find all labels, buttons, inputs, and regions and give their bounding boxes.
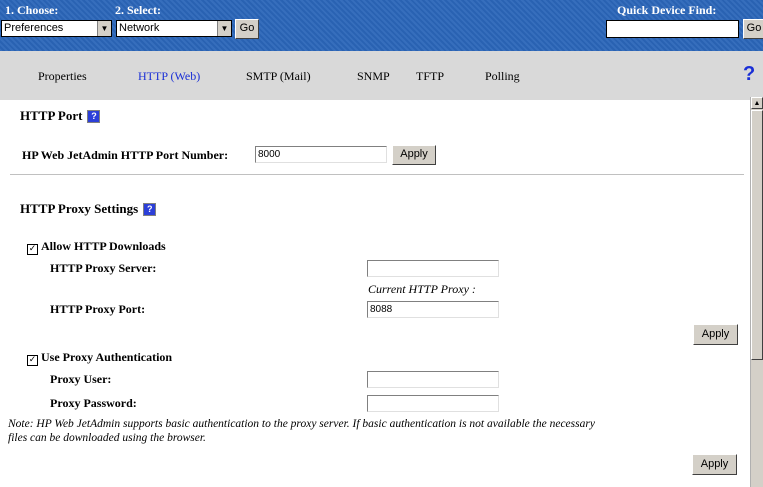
help-icon[interactable]: ? [143, 203, 157, 216]
tab-smtp-mail[interactable]: SMTP (Mail) [246, 69, 311, 84]
http-port-heading: HTTP Port? [20, 108, 101, 124]
http-port-number-label: HP Web JetAdmin HTTP Port Number: [22, 148, 229, 162]
top-navigation-bar: 1. Choose: 2. Select: Quick Device Find:… [0, 0, 763, 51]
allow-http-downloads-label: Allow HTTP Downloads [41, 239, 166, 253]
quick-device-find-label: Quick Device Find: [617, 3, 717, 17]
current-http-proxy-text: Current HTTP Proxy : [368, 282, 476, 296]
choose-dropdown[interactable]: Preferences ▼ [1, 20, 112, 37]
allow-http-downloads-checkbox[interactable]: ✓ Allow HTTP Downloads [27, 239, 166, 255]
help-icon[interactable]: ? [87, 110, 101, 123]
proxy-auth-note-line2: files can be downloaded using the browse… [8, 432, 206, 444]
http-proxy-port-input[interactable]: 8088 [367, 301, 499, 318]
section-divider [10, 174, 744, 175]
proxy-password-input[interactable] [367, 395, 499, 412]
help-icon[interactable]: ? [743, 63, 755, 86]
http-proxy-server-label: HTTP Proxy Server: [50, 261, 157, 275]
quick-find-go-button[interactable]: Go [743, 19, 763, 39]
use-proxy-authentication-checkbox[interactable]: ✓ Use Proxy Authentication [27, 350, 172, 366]
proxy-auth-note: Note: HP Web JetAdmin supports basic aut… [8, 418, 595, 444]
go-button[interactable]: Go [235, 19, 259, 39]
tab-properties[interactable]: Properties [38, 69, 87, 84]
quick-device-find-input[interactable] [606, 20, 739, 38]
tab-polling[interactable]: Polling [485, 69, 520, 84]
tab-http-web[interactable]: HTTP (Web) [138, 69, 200, 84]
select-dropdown[interactable]: Network ▼ [116, 20, 232, 37]
select-label: 2. Select: [115, 3, 161, 17]
choose-label: 1. Choose: [5, 3, 59, 17]
vertical-scrollbar[interactable]: ▲ [750, 97, 763, 487]
proxy-user-input[interactable] [367, 371, 499, 388]
http-proxy-server-input[interactable] [367, 260, 499, 277]
chevron-down-icon: ▼ [217, 21, 231, 36]
proxy-user-label: Proxy User: [50, 372, 112, 386]
http-proxy-settings-heading-text: HTTP Proxy Settings [20, 201, 139, 216]
use-proxy-authentication-label: Use Proxy Authentication [41, 350, 173, 364]
scroll-up-arrow-icon[interactable]: ▲ [751, 97, 763, 109]
proxy-apply-button[interactable]: Apply [693, 324, 738, 345]
proxy-auth-note-line1: Note: HP Web JetAdmin supports basic aut… [8, 418, 595, 430]
http-port-apply-button[interactable]: Apply [392, 145, 436, 165]
http-proxy-settings-heading: HTTP Proxy Settings? [20, 201, 157, 217]
select-dropdown-value: Network [119, 22, 160, 34]
chevron-down-icon: ▼ [97, 21, 111, 36]
tab-snmp[interactable]: SNMP [357, 69, 390, 84]
checkbox-checked-icon: ✓ [27, 355, 38, 366]
tab-tftp[interactable]: TFTP [416, 69, 444, 84]
http-port-number-input[interactable]: 8000 [255, 146, 387, 163]
http-proxy-port-label: HTTP Proxy Port: [50, 302, 146, 316]
http-port-heading-text: HTTP Port [20, 108, 83, 123]
choose-dropdown-value: Preferences [4, 22, 64, 34]
auth-apply-button[interactable]: Apply [692, 454, 737, 475]
scroll-thumb[interactable] [751, 110, 763, 360]
proxy-password-label: Proxy Password: [50, 396, 137, 410]
checkbox-checked-icon: ✓ [27, 244, 38, 255]
